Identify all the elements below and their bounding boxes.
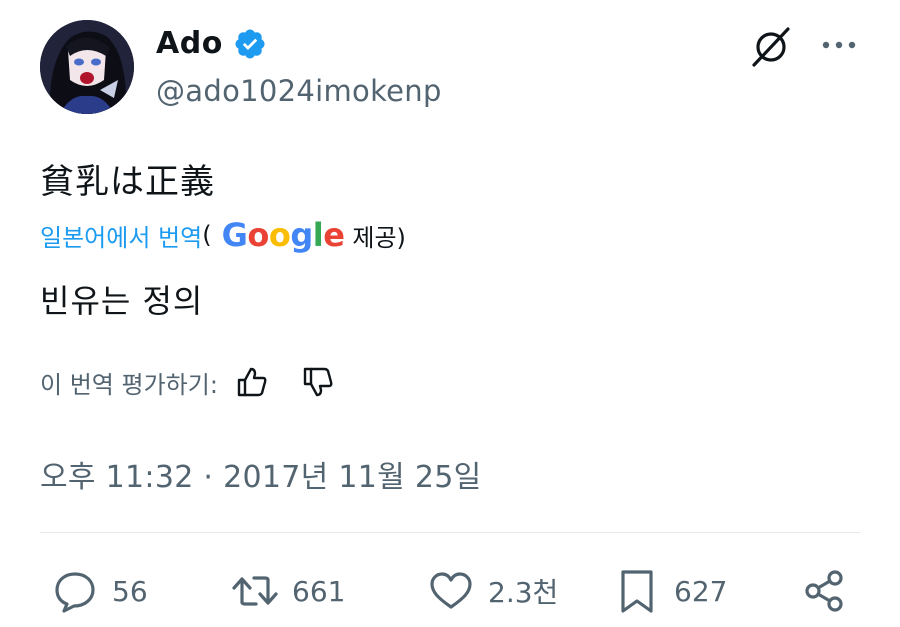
- bookmark-count: 627: [674, 574, 728, 608]
- share-icon: [805, 570, 843, 612]
- heart-icon: [430, 572, 472, 609]
- provided-label: 제공): [352, 223, 406, 252]
- repost-icon: [232, 576, 278, 606]
- verified-badge-icon: [235, 28, 265, 59]
- action-bar: 56 661 2.3천 627: [40, 566, 860, 620]
- translate-link[interactable]: 일본어에서 번역: [40, 218, 202, 253]
- translated-text: 빈유는 정의: [40, 282, 204, 320]
- timestamp[interactable]: 오후 11:32 · 2017년 11월 25일: [40, 452, 482, 496]
- like-button[interactable]: 2.3천: [426, 566, 558, 616]
- rate-label: 이 번역 평가하기:: [40, 370, 218, 399]
- thumbs-up-icon[interactable]: [234, 364, 270, 400]
- avatar[interactable]: [40, 20, 134, 114]
- reply-count: 56: [112, 574, 148, 608]
- avatar-image: [40, 20, 134, 114]
- user-handle[interactable]: @ado1024imokenp: [156, 74, 442, 108]
- translation-attribution: 일본어에서 번역 ( Google 제공): [40, 216, 406, 254]
- divider: [40, 532, 860, 533]
- bookmark-icon: [621, 570, 653, 613]
- repost-count: 661: [292, 574, 346, 608]
- more-icon[interactable]: [818, 30, 860, 60]
- bookmark-button[interactable]: 627: [612, 566, 727, 616]
- rate-translation: 이 번역 평가하기:: [40, 364, 336, 400]
- tweet-text: 貧乳は正義: [40, 162, 215, 202]
- thumbs-down-icon[interactable]: [300, 364, 336, 400]
- repost-button[interactable]: 661: [230, 566, 345, 616]
- paren-open: (: [202, 221, 212, 249]
- google-logo: Google: [221, 216, 345, 254]
- reply-button[interactable]: 56: [50, 566, 148, 616]
- grok-icon[interactable]: [746, 22, 796, 72]
- like-count: 2.3천: [488, 576, 559, 609]
- reply-icon: [55, 572, 95, 613]
- display-name[interactable]: Ado: [156, 26, 223, 61]
- share-button[interactable]: [800, 566, 850, 616]
